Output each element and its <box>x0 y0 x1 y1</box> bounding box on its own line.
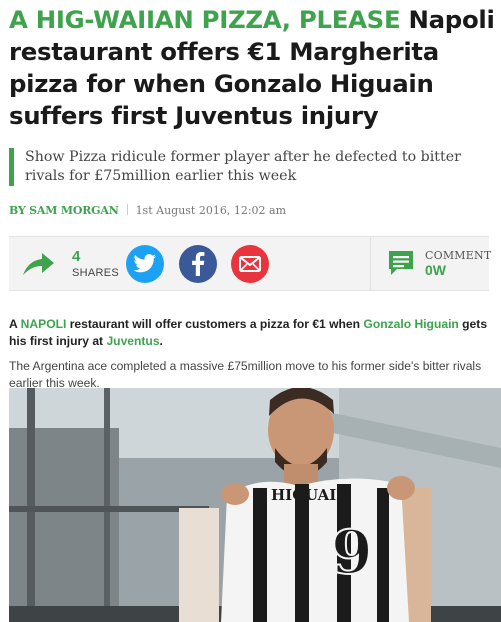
facebook-share-button[interactable] <box>179 245 217 283</box>
comment-button[interactable]: COMMENT 0W <box>370 237 492 290</box>
twitter-share-button[interactable] <box>126 245 164 283</box>
email-share-button[interactable] <box>231 245 269 283</box>
email-icon <box>239 256 261 272</box>
lead-text-2: restaurant will offer customers a pizza … <box>66 317 364 332</box>
share-count-label: SHARES <box>72 267 120 279</box>
napoli-link[interactable]: NAPOLI <box>21 317 67 331</box>
lead-paragraph: A NAPOLI restaurant will offer customers… <box>9 316 495 350</box>
shirt-number: 9 <box>331 518 373 588</box>
comment-count: 0W <box>425 262 446 278</box>
standfirst: Show Pizza ridicule former player after … <box>9 148 495 186</box>
shirt-name: HIGUAIN <box>271 486 350 504</box>
comment-icon <box>389 251 413 275</box>
twitter-icon <box>133 254 156 273</box>
higuain-link[interactable]: Gonzalo Higuain <box>363 317 458 331</box>
higuain-photo-illustration: HIGUAIN 9 <box>9 388 501 622</box>
byline-author[interactable]: BY SAM MORGAN <box>9 204 119 217</box>
byline-divider <box>126 204 128 215</box>
share-bar: 4 SHARES COMMENT 0W <box>9 236 492 291</box>
article: A HIG-WAIIAN PIZZA, PLEASE Napoli restau… <box>0 0 501 622</box>
share-count: 4 SHARES <box>21 245 121 283</box>
body-paragraph: The Argentina ace completed a massive £7… <box>9 359 482 391</box>
article-photo: HIGUAIN 9 <box>9 388 501 622</box>
headline: A HIG-WAIIAN PIZZA, PLEASE Napoli restau… <box>9 4 497 132</box>
comment-label: COMMENT <box>425 249 492 262</box>
lead-text-1: A <box>9 317 21 332</box>
juventus-link[interactable]: Juventus <box>106 334 159 348</box>
share-count-number: 4 <box>72 248 81 265</box>
byline: BY SAM MORGAN 1st August 2016, 12:02 am <box>9 204 489 218</box>
headline-kicker: A HIG-WAIIAN PIZZA, PLEASE <box>9 5 401 34</box>
share-arrow-icon <box>23 253 54 275</box>
byline-date: 1st August 2016, 12:02 am <box>135 204 287 217</box>
lead-text-4: . <box>159 334 163 349</box>
facebook-icon <box>192 252 205 276</box>
